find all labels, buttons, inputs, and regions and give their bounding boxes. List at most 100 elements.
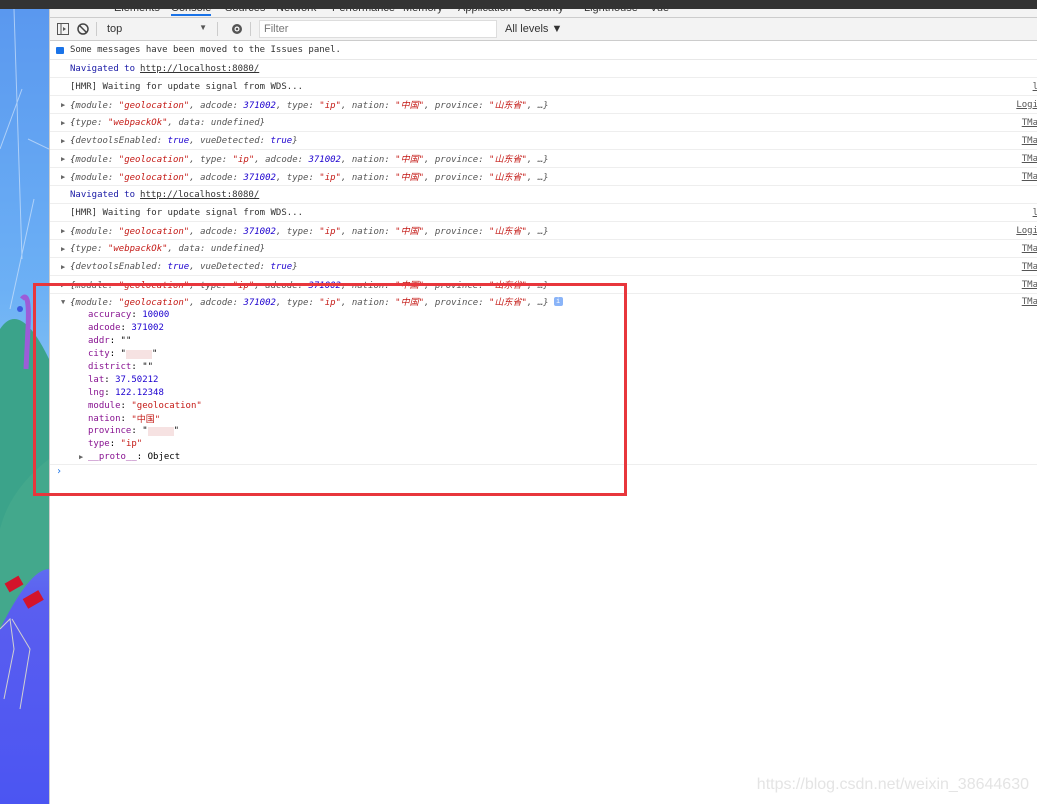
source-link[interactable]: Logi [1016,100,1037,110]
object-preview: {module: "geolocation", adcode: 371002, … [70,224,549,237]
object-value: "geolocation" [118,155,190,165]
chevron-down-icon: ▼ [199,23,207,32]
context-selector[interactable]: top ▼ [103,23,211,35]
tab-sources[interactable]: Sources [225,9,265,14]
triangle-right-icon[interactable]: ▶ [61,227,70,235]
object-value: "geolocation" [118,173,190,183]
object-key: , nation: [340,155,396,165]
object-key: , province: [424,155,490,165]
clear-console-icon[interactable] [76,22,90,36]
object-value: "ip" [232,155,255,165]
object-value: "geolocation" [118,101,190,111]
tab-network[interactable]: Network [276,9,316,14]
object-preview: {devtoolsEnabled: true, vueDetected: tru… [70,262,298,272]
source-link[interactable]: TMa [1022,280,1037,290]
object-preview: {module: "geolocation", adcode: 371002, … [70,98,549,111]
console-message[interactable]: ▶ {module: "geolocation", adcode: 371002,… [50,168,1037,186]
object-key: , …} [526,101,549,111]
console-message[interactable]: ▶ {type: "webpackOk", data: undefined} TMa [50,240,1037,258]
object-value: "geolocation" [118,227,190,237]
tab-memory[interactable]: Memory [403,9,443,14]
source-link[interactable]: TMa [1022,118,1037,128]
object-key: , adcode: [189,173,244,183]
navigation-text: Navigated to [70,189,136,200]
object-value: 371002 [243,173,276,183]
triangle-right-icon[interactable]: ▶ [61,245,70,253]
triangle-right-icon[interactable]: ▶ [61,173,70,181]
object-key: module: [75,227,119,237]
object-value: 371002 [243,101,276,111]
object-key: , …} [526,173,549,183]
source-link[interactable]: l [1033,82,1037,92]
devtools-tabs: Elements Console Sources Network Performance… [50,9,1037,18]
tab-vue[interactable]: Vue [650,9,669,14]
source-link[interactable]: TMa [1022,244,1037,254]
console-message[interactable]: ▶ {devtoolsEnabled: true, vueDetected: tr… [50,132,1037,150]
source-link[interactable]: TMa [1022,154,1037,164]
object-key: , type: [275,173,320,183]
source-link[interactable]: TMa [1022,297,1037,307]
tab-security[interactable]: Security [524,9,564,14]
object-key: type: [75,243,108,254]
source-link[interactable]: TMa [1022,136,1037,146]
source-link[interactable]: l [1033,208,1037,218]
console-message[interactable]: ▶ {module: "geolocation", type: "ip", adc… [50,150,1037,168]
object-key: } [292,135,298,146]
object-key: type: [75,117,108,128]
highlight-annotation [33,283,627,496]
object-key: devtoolsEnabled: [75,135,168,146]
object-key: module: [75,173,119,183]
triangle-right-icon[interactable]: ▶ [61,137,70,145]
source-link[interactable]: Logi [1016,226,1037,236]
object-key: , province: [424,173,490,183]
object-key: , type: [189,155,233,165]
eye-icon[interactable] [230,22,244,36]
triangle-right-icon[interactable]: ▶ [61,101,70,109]
object-key: , vueDetected: [189,135,271,146]
object-value: 371002 [243,227,276,237]
object-value: "webpackOk" [107,117,168,128]
navigation-link[interactable]: http://localhost:8080/ [140,190,259,200]
console-message[interactable]: ▶ {module: "geolocation", adcode: 371002,… [50,96,1037,114]
object-key: , province: [424,227,490,237]
toolbar-divider [217,22,218,36]
console-message: [HMR] Waiting for update signal from WDS… [50,204,1037,222]
object-key: , type: [275,101,320,111]
triangle-right-icon[interactable]: ▶ [61,155,70,163]
issues-banner[interactable]: Some messages have been moved to the Iss… [50,41,1037,60]
object-value: "ip" [319,227,341,237]
log-levels-dropdown[interactable]: All levels ▼ [505,23,562,35]
console-message: Navigated to http://localhost:8080/ [50,60,1037,78]
triangle-right-icon[interactable]: ▶ [61,119,70,127]
source-link[interactable]: TMa [1022,172,1037,182]
object-value: "中国" [395,155,425,165]
console-message[interactable]: ▶ {module: "geolocation", adcode: 371002,… [50,222,1037,240]
sidebar-toggle-icon[interactable] [56,22,70,36]
tab-performance[interactable]: Performance [332,9,395,14]
object-value: "山东省" [489,155,527,165]
console-message[interactable]: ▶ {type: "webpackOk", data: undefined} TMa [50,114,1037,132]
issues-message: Some messages have been moved to the Iss… [70,45,341,55]
object-key: module: [75,101,119,111]
object-value: true [167,135,190,146]
tab-application[interactable]: Application [458,9,512,14]
triangle-right-icon[interactable]: ▶ [61,263,70,271]
tab-elements[interactable]: Elements [114,9,160,14]
console-toolbar: top ▼ Filter All levels ▼ [50,18,1037,41]
object-key: , …} [526,155,549,165]
object-key: , data: undefined} [167,117,266,128]
navigation-link[interactable]: http://localhost:8080/ [140,64,259,74]
object-value: "中国" [395,173,425,183]
object-value: "ip" [319,101,341,111]
navigation-text: Navigated to [70,63,136,74]
source-link[interactable]: TMa [1022,262,1037,272]
object-value: "山东省" [489,173,527,183]
object-key: module: [75,155,119,165]
console-message[interactable]: ▶ {devtoolsEnabled: true, vueDetected: tr… [50,258,1037,276]
object-value: 371002 [308,155,341,165]
tab-console[interactable]: Console [171,9,212,16]
object-value: "山东省" [489,227,527,237]
filter-input[interactable]: Filter [259,20,497,38]
tab-lighthouse[interactable]: Lighthouse [584,9,638,14]
object-key: , type: [275,227,320,237]
